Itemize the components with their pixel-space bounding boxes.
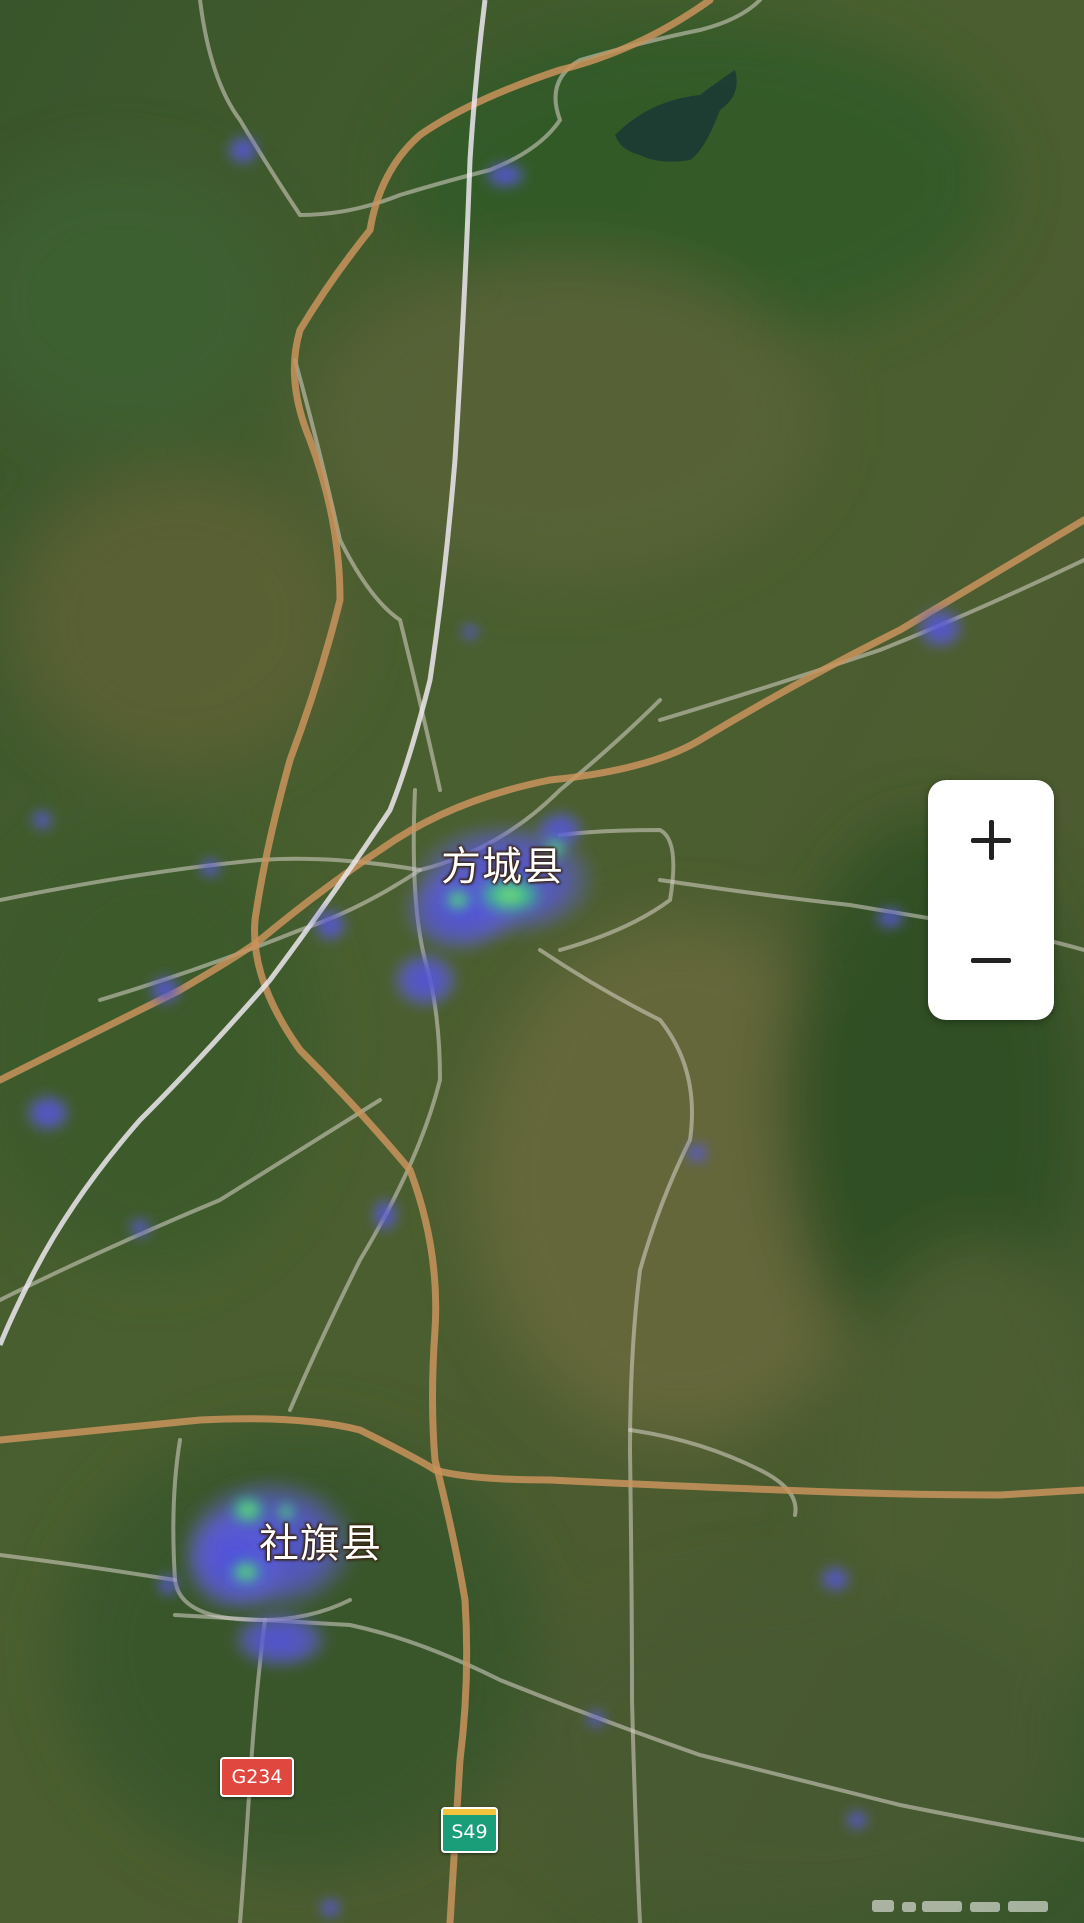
minus-icon xyxy=(971,940,1011,980)
zoom-in-button[interactable] xyxy=(928,780,1054,900)
satellite-map[interactable] xyxy=(0,0,1084,1923)
road-shield-s49-label: S49 xyxy=(451,1821,488,1843)
road-shield-g234: G234 xyxy=(220,1757,294,1797)
city-label-fangcheng[interactable]: 方城县 xyxy=(441,834,564,892)
city-label-sheqi[interactable]: 社旗县 xyxy=(259,1511,382,1569)
plus-icon xyxy=(971,820,1011,860)
road-shield-s49: S49 xyxy=(441,1807,498,1853)
zoom-control xyxy=(928,780,1054,1020)
watermark xyxy=(872,1900,1048,1912)
zoom-out-button[interactable] xyxy=(928,900,1054,1020)
